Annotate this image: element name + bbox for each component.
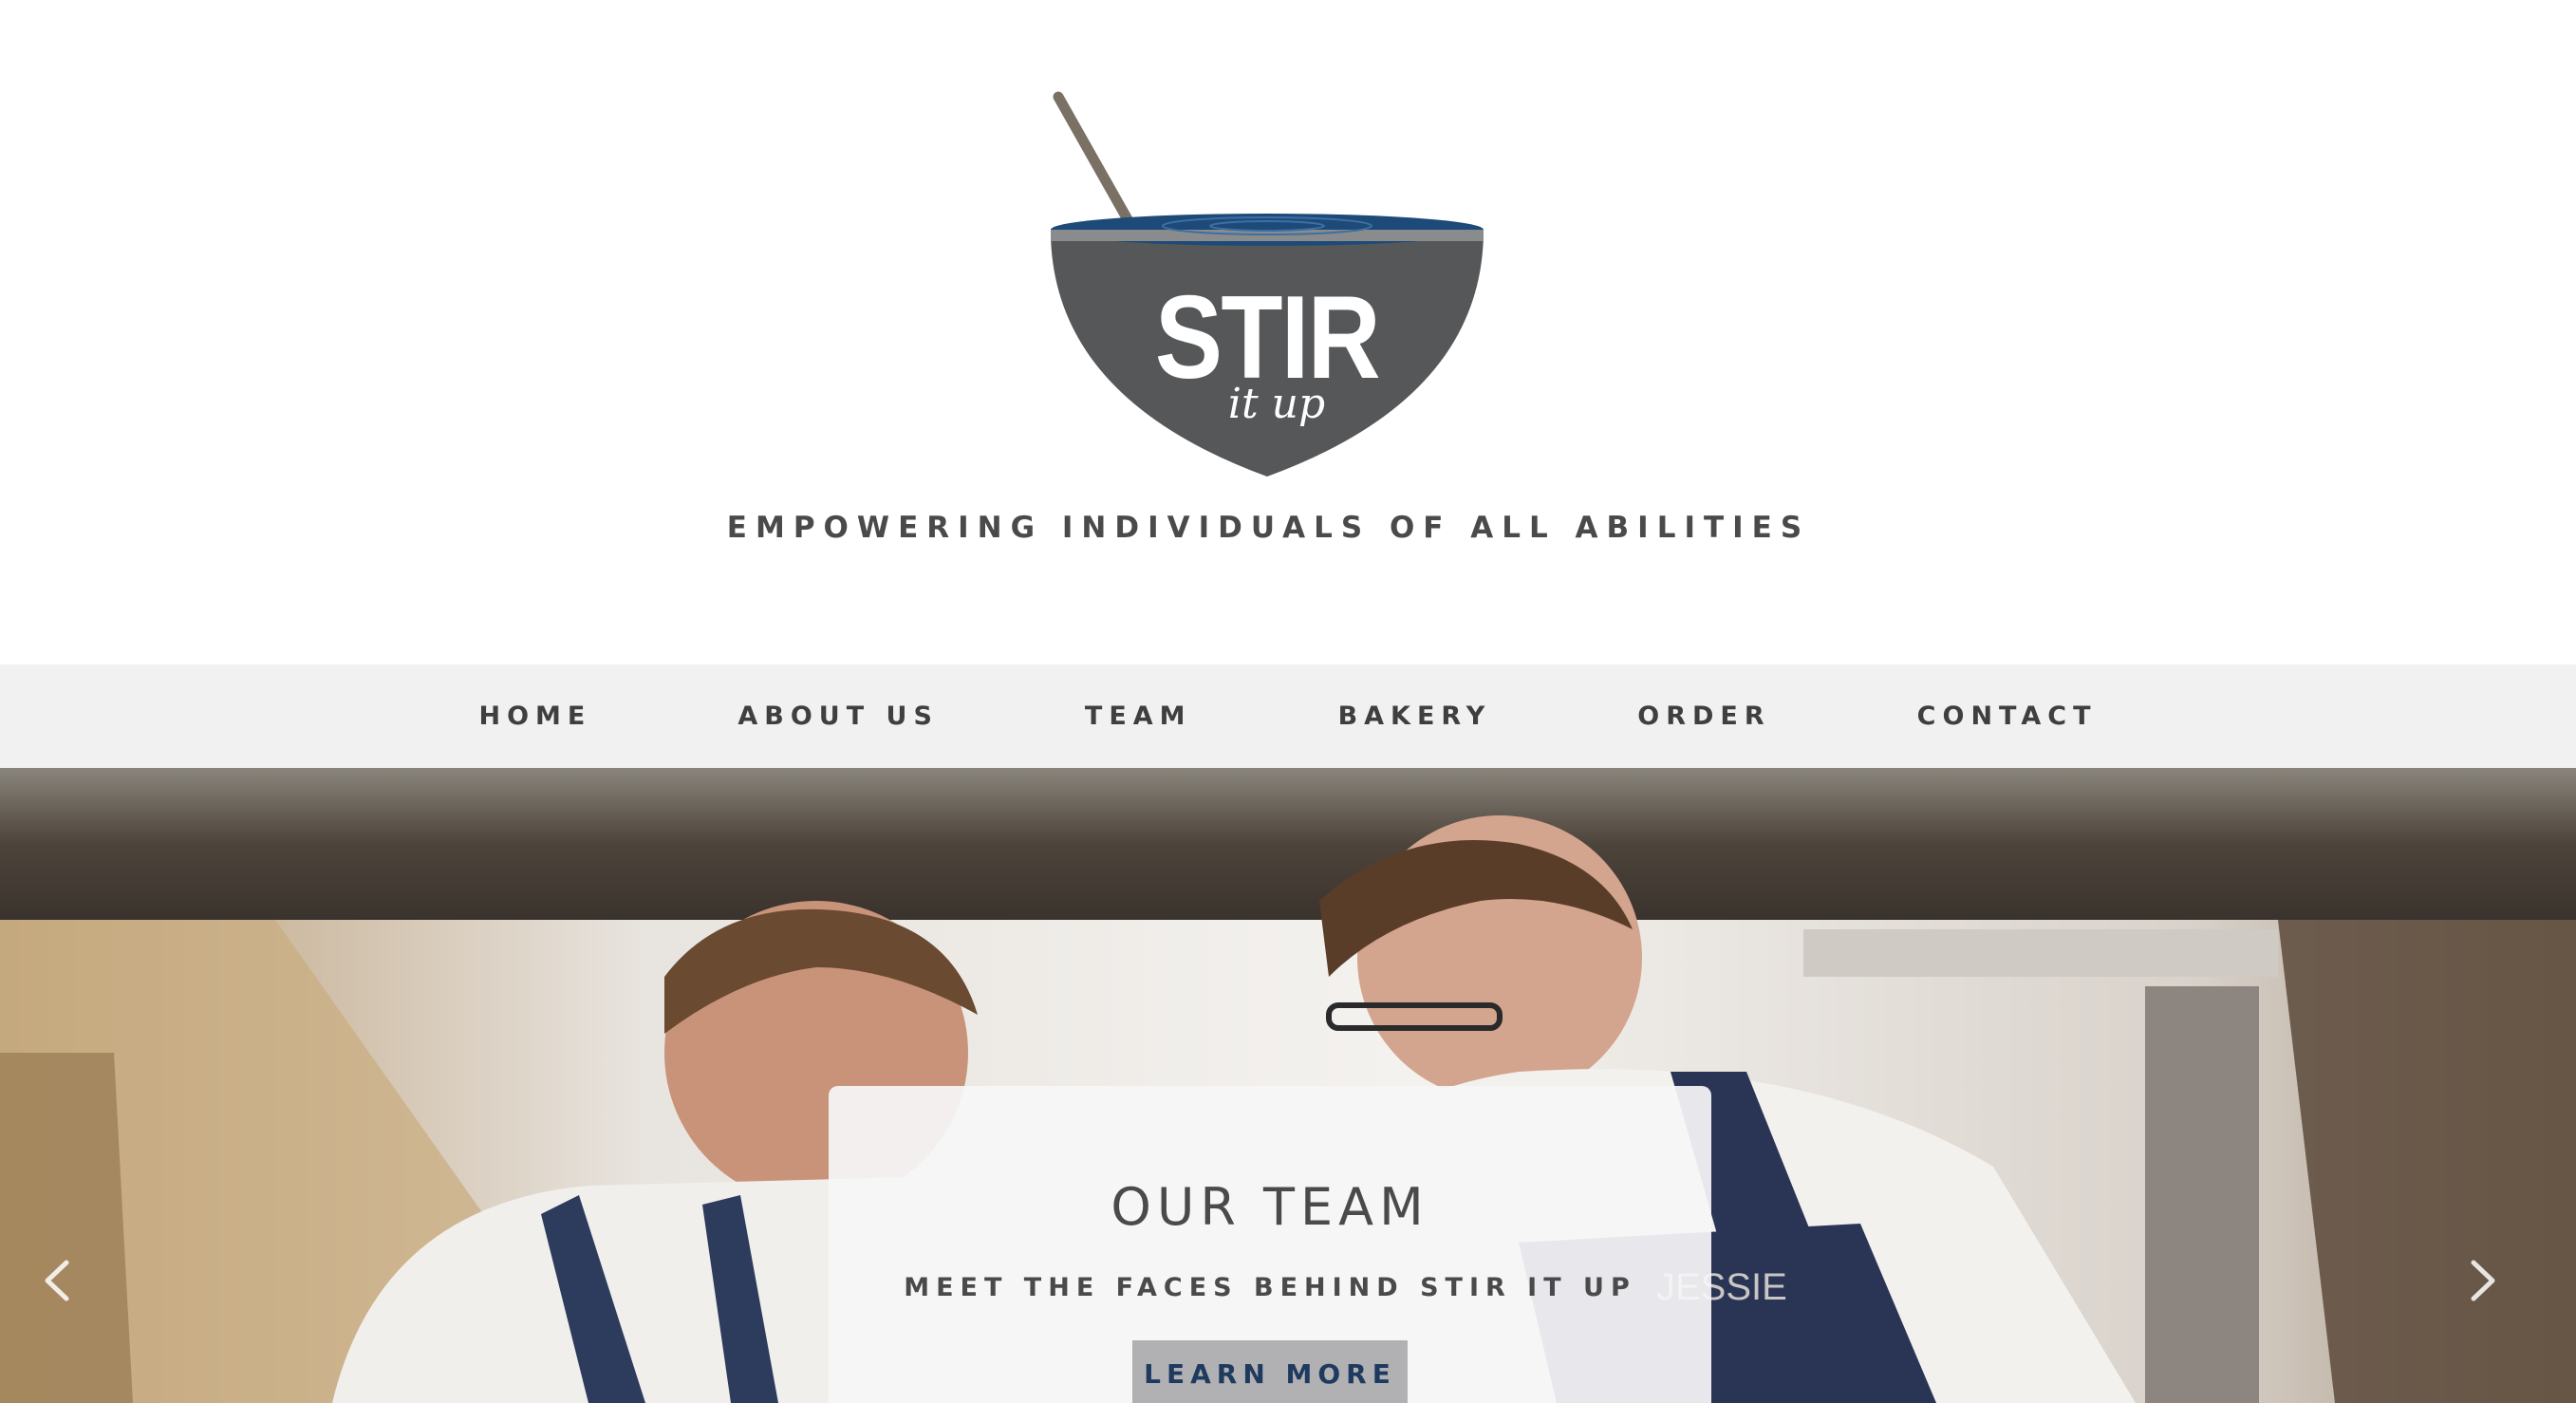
learn-more-button[interactable]: LEARN MORE bbox=[1132, 1340, 1408, 1403]
main-nav: HOME ABOUT US TEAM BAKERY ORDER CONTACT bbox=[0, 664, 2576, 768]
nav-item-order[interactable]: ORDER bbox=[1637, 702, 1770, 731]
nav-item-home[interactable]: HOME bbox=[479, 702, 592, 731]
nav-item-contact[interactable]: CONTACT bbox=[1917, 702, 2098, 731]
nav-item-about-us[interactable]: ABOUT US bbox=[737, 702, 939, 731]
chevron-right-icon bbox=[2471, 1260, 2495, 1301]
slide-title: OUR TEAM bbox=[1111, 1177, 1429, 1237]
slider-next-button[interactable] bbox=[2455, 1252, 2511, 1309]
nav-item-team[interactable]: TEAM bbox=[1085, 702, 1192, 731]
page: STIR it up EMPOWERING INDIVIDUALS OF ALL… bbox=[0, 0, 2576, 1403]
site-header: STIR it up EMPOWERING INDIVIDUALS OF ALL… bbox=[0, 0, 2576, 664]
hero-slider: JESSIE OUR TEAM MEET THE FACES BEHIND ST… bbox=[0, 768, 2576, 1403]
slide-subtitle: MEET THE FACES BEHIND STIR IT UP bbox=[904, 1273, 1636, 1302]
slider-prev-button[interactable] bbox=[28, 1252, 85, 1309]
logo-script: it up bbox=[1228, 380, 1325, 428]
chevron-left-icon bbox=[45, 1260, 69, 1301]
site-tagline: EMPOWERING INDIVIDUALS OF ALL ABILITIES bbox=[726, 511, 1811, 545]
site-logo[interactable]: STIR it up bbox=[1039, 85, 1495, 484]
slide-caption: OUR TEAM MEET THE FACES BEHIND STIR IT U… bbox=[829, 1086, 1711, 1403]
nav-item-bakery[interactable]: BAKERY bbox=[1338, 702, 1492, 731]
mixing-bowl-icon: STIR it up bbox=[1051, 91, 1484, 477]
